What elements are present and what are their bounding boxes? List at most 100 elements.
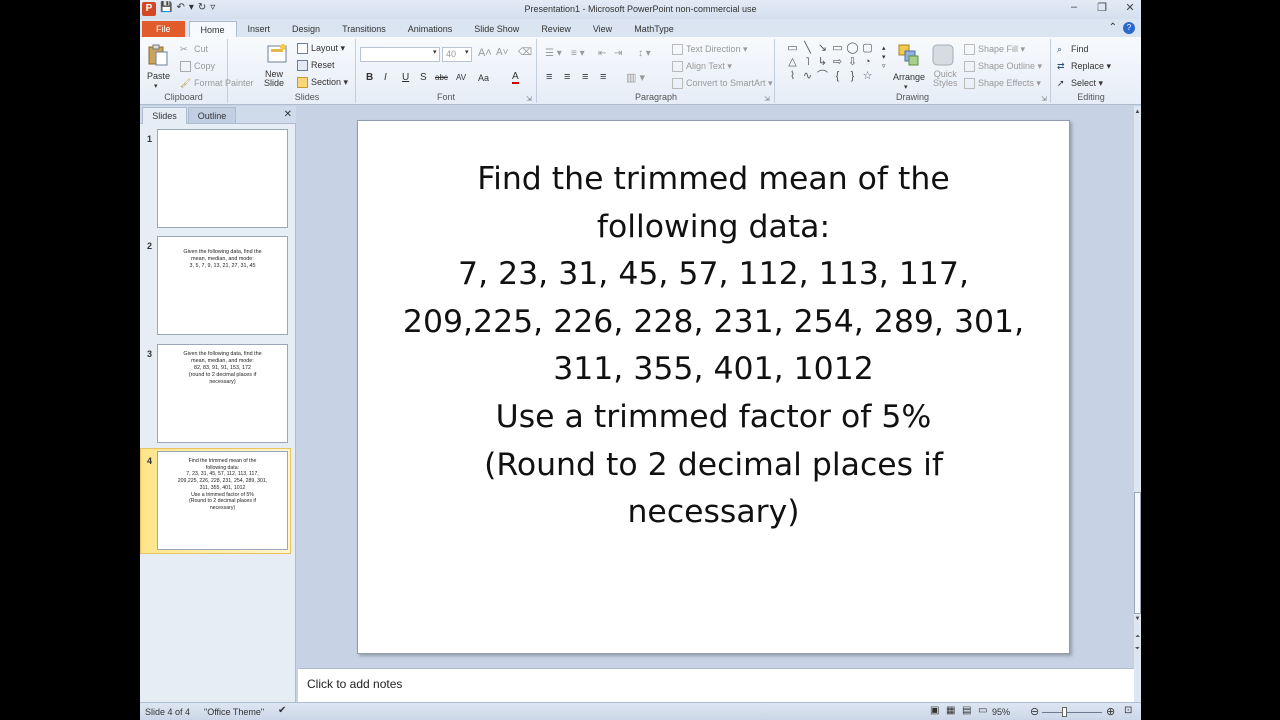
paste-dropdown-icon[interactable]: ▾ (154, 82, 158, 90)
powerpoint-app-icon[interactable]: P (142, 2, 156, 16)
decrease-indent-icon[interactable]: ⇤ (598, 48, 606, 59)
line-spacing-icon[interactable]: ↕ ▾ (638, 48, 651, 59)
grow-font-icon[interactable]: A˄ (478, 47, 492, 59)
text-direction-button[interactable]: Text Direction ▾ (672, 44, 748, 56)
tab-view[interactable]: View (582, 21, 623, 37)
italic-button[interactable]: I (384, 72, 387, 83)
undo-dropdown-icon[interactable]: ▾ (189, 2, 194, 13)
current-slide[interactable]: Find the trimmed mean of the following d… (357, 120, 1070, 654)
font-name-dropdown-icon[interactable]: ▾ (433, 48, 437, 56)
close-icon[interactable]: ✕ (1123, 1, 1137, 14)
shape-fill-button[interactable]: Shape Fill ▾ (964, 44, 1025, 56)
replace-button[interactable]: ⇄ Replace ▾ (1057, 61, 1111, 72)
align-left-icon[interactable]: ≡ (546, 71, 552, 83)
tab-design[interactable]: Design (281, 21, 331, 37)
drawing-dialog-launcher-icon[interactable]: ⇲ (1041, 95, 1047, 103)
section-button[interactable]: Section ▾ (297, 77, 348, 89)
slide-text-box[interactable]: Find the trimmed mean of the following d… (358, 156, 1069, 537)
reset-button[interactable]: Reset (297, 60, 335, 72)
save-icon[interactable]: 💾 (160, 2, 172, 13)
font-color-button[interactable]: A (512, 72, 519, 84)
zoom-slider[interactable] (1042, 712, 1102, 713)
format-painter-label: Format Painter (194, 78, 254, 88)
shape-effects-button[interactable]: Shape Effects ▾ (964, 78, 1041, 90)
slide-thumbnail[interactable]: Given the following data, find the mean,… (157, 236, 288, 335)
character-spacing-button[interactable]: AV (456, 73, 466, 82)
shrink-font-icon[interactable]: A˅ (496, 47, 509, 58)
slide-show-icon[interactable]: ▭ (978, 705, 987, 716)
scrollbar-thumb[interactable] (1134, 492, 1141, 614)
undo-icon[interactable]: ↶ (176, 2, 184, 13)
align-text-button[interactable]: Align Text ▾ (672, 61, 732, 73)
justify-icon[interactable]: ≡ (600, 71, 606, 83)
shape-outline-button[interactable]: Shape Outline ▾ (964, 61, 1042, 73)
clear-formatting-icon[interactable]: ⌫ (518, 47, 532, 58)
tab-file[interactable]: File (142, 21, 185, 37)
zoom-level[interactable]: 95% (992, 707, 1010, 717)
scroll-down-icon[interactable]: ▼ (1134, 616, 1141, 622)
new-slide-button[interactable]: New Slide (264, 70, 284, 88)
align-center-icon[interactable]: ≡ (564, 71, 570, 83)
tab-insert[interactable]: Insert (237, 21, 282, 37)
tab-mathtype[interactable]: MathType (623, 21, 685, 37)
vertical-scrollbar[interactable]: ▲ ▼ ⏶ ⏷ (1134, 106, 1141, 702)
normal-view-icon[interactable]: ▣ (930, 705, 939, 716)
tab-animations[interactable]: Animations (397, 21, 464, 37)
select-button[interactable]: ➚ Select ▾ (1057, 78, 1103, 89)
tab-home[interactable]: Home (188, 21, 237, 37)
spell-check-icon[interactable]: ✔ (278, 705, 286, 716)
slide-thumbnail[interactable]: Given the following data, find the mean,… (157, 344, 288, 443)
notes-placeholder[interactable]: Click to add notes (307, 677, 402, 691)
zoom-out-icon[interactable]: ⊖ (1030, 705, 1039, 718)
minimize-icon[interactable]: – (1067, 1, 1081, 14)
tab-outline-pane[interactable]: Outline (188, 107, 236, 124)
zoom-slider-knob[interactable] (1062, 707, 1067, 717)
redo-icon[interactable]: ↻ (198, 2, 206, 13)
help-icon[interactable]: ? (1123, 22, 1135, 34)
paragraph-dialog-launcher-icon[interactable]: ⇲ (764, 95, 770, 103)
increase-indent-icon[interactable]: ⇥ (614, 48, 622, 59)
slide-thumbnail[interactable] (157, 129, 288, 228)
zoom-in-icon[interactable]: ⊕ (1106, 705, 1115, 718)
copy-button[interactable]: Copy (180, 61, 215, 73)
font-size-dropdown-icon[interactable]: ▾ (465, 48, 469, 56)
numbering-icon[interactable]: ≡ ▾ (571, 48, 585, 59)
previous-slide-icon[interactable]: ⏶ (1134, 634, 1141, 641)
shapes-gallery-scroll-icon[interactable]: ▴ ▾ ▿ (882, 44, 886, 71)
arrange-dropdown-icon[interactable]: ▾ (904, 83, 908, 91)
strikethrough-button[interactable]: abc (435, 73, 448, 82)
cut-button[interactable]: ✂ Cut (180, 44, 208, 55)
underline-button[interactable]: U (402, 72, 409, 83)
notes-pane[interactable]: Click to add notes (298, 668, 1134, 702)
quick-styles-button[interactable]: Quick Styles (933, 70, 958, 88)
align-right-icon[interactable]: ≡ (582, 71, 588, 83)
customize-qat-icon[interactable]: ▿ (210, 2, 215, 13)
next-slide-icon[interactable]: ⏷ (1134, 646, 1141, 653)
fit-slide-icon[interactable]: ⊡ (1124, 705, 1132, 716)
text-shadow-button[interactable]: S (420, 72, 427, 83)
arrange-button[interactable]: Arrange (893, 72, 925, 82)
convert-smartart-button[interactable]: Convert to SmartArt ▾ (672, 78, 773, 90)
slide-sorter-icon[interactable]: ▦ (946, 705, 955, 716)
tab-slides-pane[interactable]: Slides (142, 107, 187, 124)
slide-thumbnail-selected[interactable]: Find the trimmed mean of the following d… (157, 451, 288, 550)
minimize-ribbon-icon[interactable]: ⌃ (1109, 22, 1117, 34)
bold-button[interactable]: B (366, 72, 373, 83)
font-name-field[interactable] (360, 47, 440, 62)
tab-transitions[interactable]: Transitions (331, 21, 397, 37)
restore-icon[interactable]: ❐ (1095, 1, 1109, 14)
reading-view-icon[interactable]: ▤ (962, 705, 971, 716)
columns-icon[interactable]: ▥ ▾ (626, 71, 645, 84)
bullets-icon[interactable]: ☰ ▾ (545, 48, 562, 59)
format-painter-button[interactable]: 🖌 Format Painter (180, 78, 254, 89)
font-dialog-launcher-icon[interactable]: ⇲ (526, 95, 532, 103)
change-case-button[interactable]: Aa (478, 73, 489, 83)
tab-review[interactable]: Review (530, 21, 582, 37)
find-button[interactable]: ⌕ Find (1057, 44, 1089, 55)
scroll-up-icon[interactable]: ▲ (1134, 109, 1141, 115)
layout-button[interactable]: Layout ▾ (297, 43, 345, 55)
paste-button[interactable]: Paste (147, 71, 170, 81)
close-pane-icon[interactable]: ✕ (284, 109, 292, 120)
theme-name[interactable]: "Office Theme" (204, 707, 264, 717)
tab-slide-show[interactable]: Slide Show (463, 21, 530, 37)
